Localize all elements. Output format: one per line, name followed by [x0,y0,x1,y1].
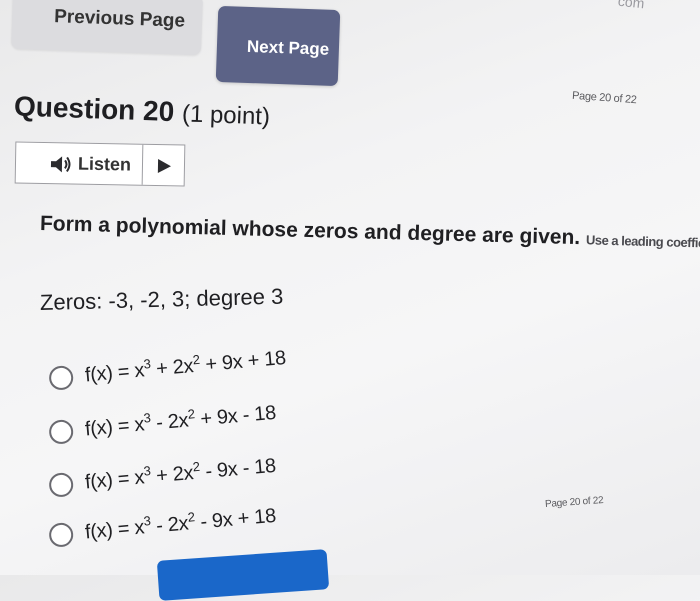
question-title: Question 20 (1 point) [14,91,271,132]
radio-button[interactable] [48,521,75,548]
option-text[interactable]: f(x) = x3 - 2x2 - 9x + 18 [84,502,277,544]
radio-button[interactable] [48,471,75,498]
previous-page-button[interactable]: Previous Page [11,0,203,56]
option-text[interactable]: f(x) = x3 - 2x2 + 9x - 18 [84,399,277,441]
next-page-label: Next Page [246,36,330,59]
zeros-degree-line: Zeros: -3, -2, 3; degree 3 [39,283,284,315]
submit-button[interactable] [156,549,330,601]
listen-bar[interactable]: Listen [14,141,186,187]
prompt-main-text: Form a polynomial whose zeros and degree… [39,212,581,250]
question-number: Question 20 [13,90,175,128]
speaker-icon[interactable] [50,155,72,173]
page-indicator-bottom: Page 20 of 22 [544,494,604,511]
page-indicator: Page 20 of 22 [571,89,637,107]
next-page-button[interactable]: Next Page [215,5,341,87]
prompt-tail-text: Use a leading coefficient of 1. [585,232,700,251]
radio-button[interactable] [48,418,75,445]
listen-divider [141,144,144,185]
option-text[interactable]: f(x) = x3 + 2x2 - 9x - 18 [84,452,277,494]
corner-text: com [617,0,646,12]
listen-label[interactable]: Listen [78,154,131,176]
question-points: (1 point) [181,100,271,131]
play-icon[interactable] [156,158,172,174]
previous-page-label: Previous Page [53,6,186,32]
radio-button[interactable] [48,364,75,391]
option-text[interactable]: f(x) = x3 + 2x2 + 9x + 18 [84,344,287,387]
question-prompt: Form a polynomial whose zeros and degree… [40,212,700,255]
